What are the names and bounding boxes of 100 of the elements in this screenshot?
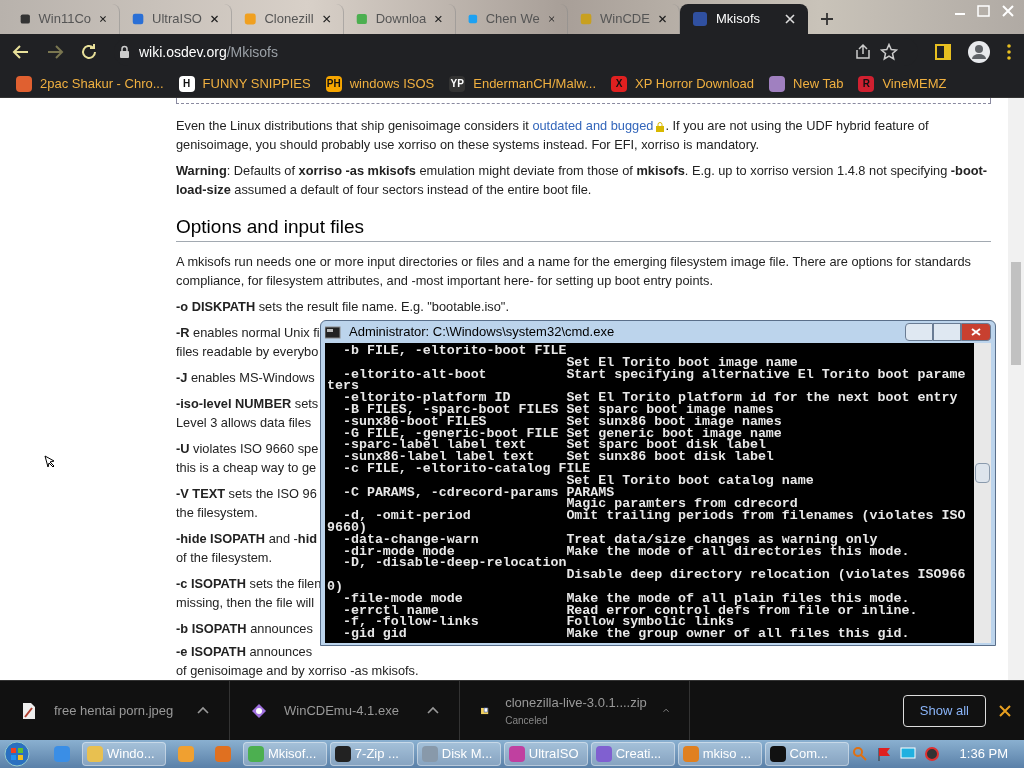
new-tab-icon[interactable]	[820, 12, 834, 26]
text-line: -e ISOPATH announces	[176, 645, 313, 659]
close-icon[interactable]	[784, 13, 796, 25]
file-name: free hentai porn.jpeg	[54, 701, 175, 720]
tab-title: UltraISO	[152, 10, 202, 29]
forward-icon[interactable]	[46, 43, 64, 61]
bookmark-icon: YP	[449, 75, 466, 92]
close-icon[interactable]	[657, 13, 667, 25]
link[interactable]: outdated and bugged	[532, 118, 666, 133]
console-line: -sunx86-label label text Set sunx86 boot disk label	[341, 451, 775, 463]
tab-title: Chen We	[485, 10, 540, 29]
scrollbar[interactable]	[1008, 98, 1024, 680]
paragraph: -U violates ISO 9660 spe this is a cheap way to ge	[176, 440, 319, 477]
scrollbar-thumb[interactable]	[975, 463, 990, 483]
profile-icon[interactable]	[968, 41, 990, 63]
tab-title: Mkisofs	[716, 10, 762, 29]
console-line: -b FILE, -eltorito-boot FILE	[341, 345, 567, 357]
caret-icon[interactable]	[197, 706, 209, 715]
paragraph: -b ISOPATH announces	[176, 620, 313, 638]
bookmark-icon: H	[178, 75, 195, 92]
caret-icon[interactable]	[662, 706, 669, 715]
maximize-button[interactable]	[933, 323, 961, 341]
bookmark-icon: R	[858, 75, 875, 92]
caret-icon[interactable]	[427, 706, 439, 715]
file-name: clonezilla-live-3.0.1....zip	[505, 694, 647, 713]
star-icon[interactable]	[880, 43, 898, 61]
console-line: 9660)	[327, 521, 367, 534]
bookmark[interactable]: PH windows ISOS	[325, 73, 435, 94]
console-line: -B FILES, -sparc-boot FILES Set sparc boot image names	[341, 404, 775, 416]
paragraph: -iso-level NUMBER sets Level 3 allows data files	[176, 395, 319, 432]
tab-icon	[692, 11, 708, 27]
console-line: -file-mode mode Make the mode of all plain files this mode.	[341, 592, 910, 605]
console-line: -eltorito-alt-boot Start specifying alternative El Torito boot parame	[342, 368, 967, 381]
scrollbar[interactable]	[974, 343, 991, 643]
tab-title: Clonezill	[264, 10, 314, 29]
menu-icon[interactable]	[1006, 43, 1012, 61]
file-icon	[250, 701, 268, 720]
console-line: -gid gid Make the group owner of all files this gid.	[341, 628, 911, 640]
file-icon	[20, 701, 38, 720]
console-line: -D, -disable-deep-relocation	[341, 557, 567, 570]
bookmark-icon: X	[611, 75, 628, 92]
console-line: -f, -follow-links Follow symbolic links	[341, 616, 734, 629]
paragraph: Warning: Defaults of xorriso -as mkisofs emulation might deviate from those of mkisofs. E.g. up to xorriso version 1.4.8 not specifying -boot-load-size assumed a default of four sectors instead of the entire boot file.	[176, 162, 989, 199]
scrollbar-thumb[interactable]	[1011, 262, 1021, 365]
back-icon[interactable]	[12, 43, 30, 61]
clock: 1:36 PM	[959, 745, 1008, 764]
tab-icon	[244, 11, 257, 27]
paragraph: -o DISKPATH sets the result file name. E.g. "bootable.iso".	[176, 298, 510, 316]
console-line: Set El Torito boot catalog name	[565, 474, 815, 487]
bookmark[interactable]: X XP Horror Download	[611, 73, 755, 94]
show-all-button[interactable]: Show all	[902, 694, 986, 727]
paragraph: Even the Linux distributions that ship genisoimage considers it outdated and bugged . If you are not using the UDF hybrid feature of genisoimage, you should probably use xorriso on these systems instead. For EFI, xorriso is mandatory.	[176, 117, 930, 154]
close-icon[interactable]	[99, 13, 107, 25]
paragraph: -R enables normal Unix fi files readable by everybo	[176, 324, 320, 361]
bookmark[interactable]: H FUNNY SNIPPIES	[178, 73, 311, 94]
console-line: -d, -omit-period Omit trailing periods from filenames (violates ISO	[342, 510, 967, 522]
flag-icon[interactable]	[875, 746, 892, 762]
reload-icon[interactable]	[80, 43, 98, 61]
console-line: -errctl name Read error control defs from file or inline.	[341, 604, 919, 617]
download-status: Canceled	[505, 713, 549, 728]
bookmark[interactable]: New Tab	[769, 73, 844, 94]
console-line: Set El Torito boot image name	[565, 356, 798, 369]
console-line: -G FILE, -generic-boot FILE Set generic boot image name	[341, 427, 783, 440]
bookmark[interactable]: 2pac Shakur - Chro...	[16, 73, 164, 94]
console-line: -dir-mode mode Make the mode of all directories this mode.	[341, 545, 911, 558]
paragraph: -V TEXT sets the ISO 96 the filesystem.	[176, 485, 317, 522]
tab-icon	[20, 11, 31, 27]
browser-tab[interactable]: Mkisofs	[680, 4, 808, 34]
bookmark-icon: PH	[325, 75, 342, 92]
bookmark[interactable]: YP EndermanCH/Malw...	[449, 73, 597, 94]
lock-icon	[655, 121, 666, 132]
paragraph: -hide ISOPATH and -hid of the filesystem.	[176, 530, 318, 567]
bookmark[interactable]: R VineMEMZ	[858, 73, 947, 94]
console-line: Disable deep directory relocation (violates ISO966	[566, 569, 967, 581]
text-line: of genisoimage and by xorriso -as mkisofs.	[176, 664, 419, 678]
console-line: -eltorito-platform ID Set El Torito platform id for the next boot entry	[341, 392, 959, 404]
tab-title: WinCDE	[600, 10, 650, 29]
tab-icon	[580, 11, 593, 27]
tab-title: Downloa	[375, 10, 427, 29]
file-name: WinCDEmu-4.1.exe	[284, 701, 400, 720]
url-text: wiki.osdev.org/Mkisofs	[139, 42, 278, 62]
console-line: Magic paramters from cdrecord	[565, 498, 798, 511]
speaker-icon[interactable]	[923, 746, 940, 762]
console-line: -sparc-label label text Set sparc boot disk label	[341, 439, 766, 452]
lock-icon	[118, 45, 131, 59]
close-icon[interactable]	[998, 703, 1012, 718]
close-icon[interactable]	[321, 13, 331, 25]
window-title: Administrator: C:\Windows\system32\cmd.exe	[349, 323, 615, 342]
close-button[interactable]	[961, 323, 991, 341]
close-icon	[970, 327, 982, 337]
minimize-button[interactable]	[905, 323, 933, 341]
console-line: -c FILE, -eltorito-catalog FILE	[341, 462, 592, 475]
console-line: ters	[327, 380, 359, 393]
paragraph: A mkisofs run needs one or more input directories or files and a name for the emerging filesystem image file. There are options for standards compliance, for filesystem attributes, and -most important here- for setting up boot entry points.	[176, 253, 972, 290]
sidebar-icon[interactable]	[934, 43, 952, 61]
close-icon[interactable]	[434, 13, 443, 25]
start-button[interactable]	[4, 741, 30, 767]
tab-icon	[356, 11, 368, 27]
close-icon[interactable]	[209, 13, 219, 25]
share-icon[interactable]	[854, 43, 872, 61]
